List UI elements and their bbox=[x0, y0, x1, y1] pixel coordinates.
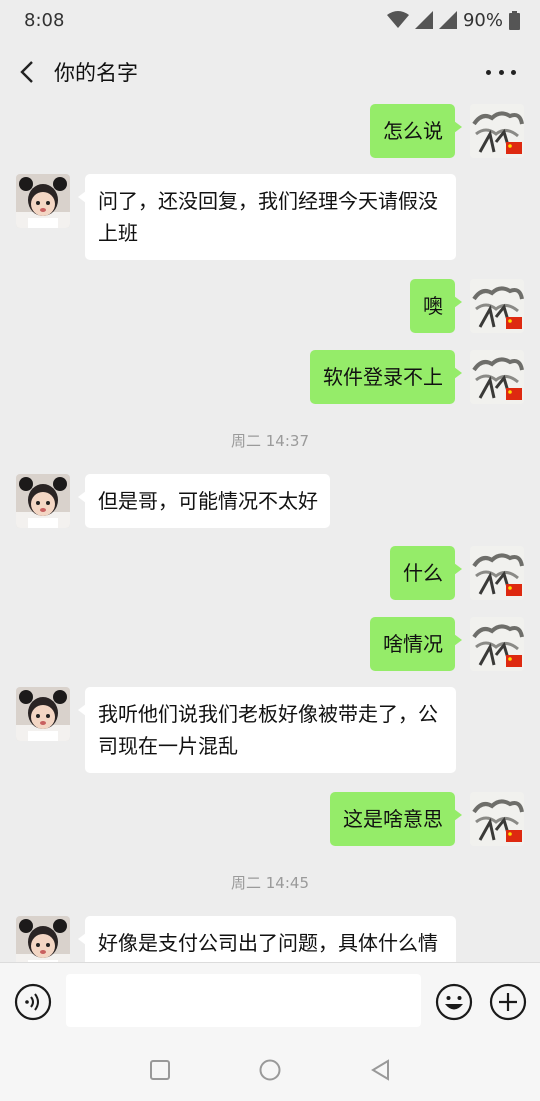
signal-icon bbox=[414, 11, 433, 29]
back-button[interactable] bbox=[0, 40, 54, 104]
chat-title: 你的名字 bbox=[54, 61, 138, 85]
my-avatar[interactable] bbox=[470, 546, 524, 600]
back-arrow-icon bbox=[20, 61, 33, 83]
plus-icon[interactable] bbox=[489, 983, 527, 1021]
contact-avatar[interactable] bbox=[16, 687, 70, 741]
my-avatar[interactable] bbox=[470, 104, 524, 158]
contact-avatar[interactable] bbox=[16, 174, 70, 228]
message-bubble-out[interactable]: 什么 bbox=[390, 546, 462, 600]
chat-message-list[interactable]: 怎么说 问了，还没回复，我们经理今天请假没上班 噢 软件登录不上 周二 14:3… bbox=[0, 104, 540, 962]
message-bubble-in[interactable]: 好像是支付公司出了问题，具体什么情况 bbox=[78, 916, 456, 962]
my-avatar[interactable] bbox=[470, 792, 524, 846]
message-bubble-out[interactable]: 啥情况 bbox=[370, 617, 462, 671]
timestamp: 周二 14:37 bbox=[231, 432, 309, 450]
voice-icon[interactable] bbox=[14, 983, 52, 1021]
my-avatar[interactable] bbox=[470, 350, 524, 404]
emoji-icon[interactable] bbox=[435, 983, 473, 1021]
more-icon bbox=[486, 69, 491, 75]
message-input[interactable] bbox=[66, 974, 421, 1027]
wifi-icon bbox=[386, 11, 409, 28]
system-nav-bar bbox=[0, 1040, 540, 1101]
my-avatar[interactable] bbox=[470, 617, 524, 671]
triangle-nav-icon[interactable] bbox=[369, 1058, 393, 1082]
status-icons: 90% bbox=[386, 9, 520, 31]
message-bubble-in[interactable]: 但是哥，可能情况不太好 bbox=[78, 474, 330, 528]
message-bubble-out[interactable]: 软件登录不上 bbox=[310, 350, 462, 404]
contact-avatar[interactable] bbox=[16, 916, 70, 962]
circle-nav-icon[interactable] bbox=[258, 1058, 282, 1082]
more-button[interactable] bbox=[486, 60, 516, 84]
input-bar bbox=[0, 962, 540, 1040]
my-avatar[interactable] bbox=[470, 279, 524, 333]
chat-header: 你的名字 bbox=[0, 40, 540, 104]
signal-icon-2 bbox=[438, 11, 457, 29]
message-bubble-in[interactable]: 我听他们说我们老板好像被带走了，公司现在一片混乱 bbox=[78, 687, 456, 773]
battery-percent: 90% bbox=[462, 9, 503, 31]
message-bubble-in[interactable]: 问了，还没回复，我们经理今天请假没上班 bbox=[78, 174, 456, 260]
status-time: 8:08 bbox=[24, 9, 65, 31]
message-bubble-out[interactable]: 这是啥意思 bbox=[330, 792, 462, 846]
message-bubble-out[interactable]: 噢 bbox=[410, 279, 462, 333]
square-nav-icon[interactable] bbox=[148, 1058, 172, 1082]
battery-icon bbox=[509, 10, 520, 30]
message-bubble-out[interactable]: 怎么说 bbox=[370, 104, 462, 158]
status-bar: 8:08 90% bbox=[0, 0, 540, 40]
timestamp: 周二 14:45 bbox=[231, 874, 309, 892]
contact-avatar[interactable] bbox=[16, 474, 70, 528]
